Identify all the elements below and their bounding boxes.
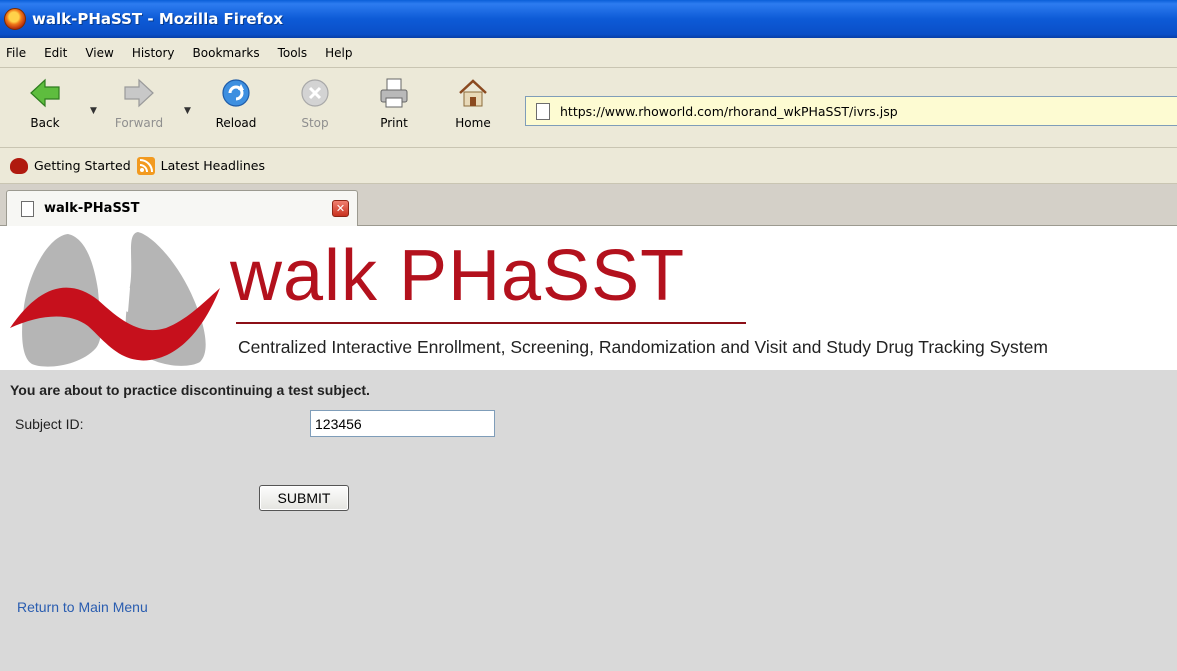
brand-divider: [236, 322, 746, 324]
forward-label: Forward: [114, 116, 164, 130]
tab-walk-phasst[interactable]: walk-PHaSST ✕: [6, 190, 358, 226]
rss-icon: [136, 156, 155, 175]
menu-file[interactable]: File: [6, 46, 26, 60]
stop-icon: [298, 76, 332, 110]
bookmark-label: Getting Started: [34, 158, 131, 173]
bookmark-getting-started[interactable]: Getting Started: [10, 157, 131, 174]
close-icon[interactable]: ✕: [332, 200, 349, 217]
bookmarks-toolbar: Getting Started Latest Headlines: [0, 148, 1177, 184]
stop-button[interactable]: Stop: [284, 76, 346, 130]
menu-tools[interactable]: Tools: [278, 46, 308, 60]
page-icon: [536, 102, 550, 120]
menu-bookmarks[interactable]: Bookmarks: [193, 46, 260, 60]
print-icon: [377, 76, 411, 110]
forward-icon: [122, 76, 156, 110]
page-content: walk PHaSST Centralized Interactive Enro…: [0, 226, 1177, 671]
back-history-dropdown[interactable]: ▼: [90, 106, 97, 116]
firefox-icon: [4, 8, 26, 30]
home-label: Home: [455, 116, 491, 130]
subject-id-input[interactable]: [310, 410, 495, 437]
lungs-logo: [10, 232, 220, 367]
home-button[interactable]: Home: [442, 76, 504, 130]
back-button[interactable]: Back: [14, 76, 76, 130]
menu-history[interactable]: History: [132, 46, 175, 60]
window-title: walk-PHaSST - Mozilla Firefox: [32, 10, 284, 28]
window-title-bar[interactable]: walk-PHaSST - Mozilla Firefox: [0, 0, 1177, 38]
site-header: walk PHaSST Centralized Interactive Enro…: [0, 226, 1177, 370]
reload-icon: [219, 76, 253, 110]
stop-label: Stop: [301, 116, 329, 130]
forward-button[interactable]: Forward: [108, 76, 170, 130]
tab-label: walk-PHaSST: [44, 201, 140, 216]
getting-started-icon: [10, 157, 28, 174]
brand-title: walk PHaSST: [230, 236, 686, 316]
menu-bar: File Edit View History Bookmarks Tools H…: [0, 38, 1177, 68]
address-bar[interactable]: https://www.rhoworld.com/rhorand_wkPHaSS…: [525, 96, 1177, 126]
back-label: Back: [30, 116, 60, 130]
print-label: Print: [380, 116, 408, 130]
page-notice: You are about to practice discontinuing …: [10, 382, 370, 398]
home-icon: [456, 76, 490, 110]
subject-id-label: Subject ID:: [15, 416, 84, 432]
menu-view[interactable]: View: [85, 46, 113, 60]
page-icon: [21, 200, 34, 217]
print-button[interactable]: Print: [363, 76, 425, 130]
forward-history-dropdown[interactable]: ▼: [184, 106, 191, 116]
menu-edit[interactable]: Edit: [44, 46, 67, 60]
bookmark-label: Latest Headlines: [160, 158, 266, 173]
address-url[interactable]: https://www.rhoworld.com/rhorand_wkPHaSS…: [560, 104, 898, 119]
submit-button[interactable]: SUBMIT: [259, 485, 349, 511]
return-to-main-menu-link[interactable]: Return to Main Menu: [17, 599, 148, 615]
back-icon: [28, 76, 62, 110]
menu-help[interactable]: Help: [325, 46, 352, 60]
bookmark-latest-headlines[interactable]: Latest Headlines: [136, 156, 266, 175]
brand-subtitle: Centralized Interactive Enrollment, Scre…: [238, 337, 1048, 357]
reload-button[interactable]: Reload: [205, 76, 267, 130]
tab-strip: walk-PHaSST ✕: [0, 184, 1177, 226]
reload-label: Reload: [215, 116, 257, 130]
